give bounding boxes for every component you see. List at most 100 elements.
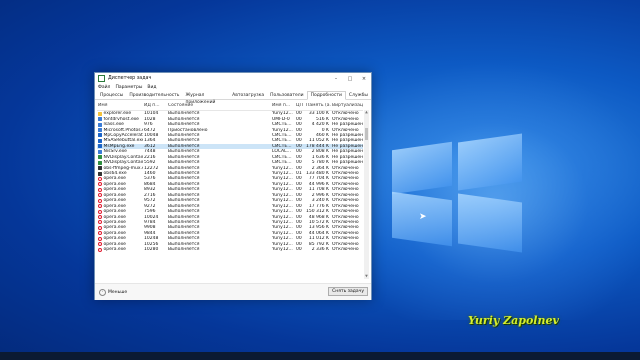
title-bar[interactable]: Диспетчер задач – □ × — [95, 73, 371, 84]
cell-status: Приостановлено — [168, 127, 208, 133]
column-header[interactable]: Память (а... — [305, 103, 331, 108]
cell-virt: Не разрешено — [332, 138, 363, 144]
less-label: Меньше — [108, 290, 128, 295]
column-header[interactable]: Имя — [97, 103, 143, 108]
tab-4[interactable]: Пользователи — [267, 92, 306, 99]
app-icon — [98, 122, 102, 127]
table-row[interactable]: opera.exe 10024 Выполняется Yuriy12... 00 48 … — [97, 214, 363, 220]
table-row[interactable]: opera.exe 5376 Выполняется Yuriy12... 00 77 7… — [97, 176, 363, 181]
cell-cpu: 00 — [296, 149, 302, 155]
table-row[interactable]: opera.exe 10256 Выполняется Yuriy12... 00 85 … — [97, 242, 363, 247]
table-row[interactable]: opera.exe 10248 Выполняется Yuriy12... 00 11 … — [97, 236, 363, 241]
cell-virt: Отключено — [332, 181, 359, 187]
table-row[interactable]: opera.exe 2716 Выполняется Yuriy12... 00 2 99… — [97, 193, 363, 198]
cell-pid: 10024 — [144, 214, 159, 220]
process-name-cell: opera.exe — [97, 242, 143, 247]
cell-pid: 3612 — [144, 143, 156, 149]
vertical-scrollbar[interactable]: ▲ ▼ — [364, 110, 369, 279]
process-name: opera.exe — [103, 247, 126, 253]
cell-mem: 1 636 K — [311, 154, 329, 160]
tab-6[interactable]: Службы — [346, 92, 371, 99]
process-name-cell: lsass.exe — [97, 122, 143, 127]
cell-mem: 77 704 K — [308, 176, 329, 182]
process-name: opera.exe — [103, 230, 126, 236]
cell-virt: Отключено — [332, 209, 359, 215]
table-row[interactable]: Microsoft.Photos.exe6472 Приостановлено Yu… — [97, 127, 363, 133]
cell-status: Выполняется — [168, 181, 200, 187]
cell-mem: 133 480 K — [306, 171, 329, 177]
table-row[interactable]: obs-ffmpeg-mux.exe12272 Выполняется Yuriy1… — [97, 165, 363, 171]
table-row[interactable]: opera.exe 8684 Выполняется Yuriy12... 00 44 9… — [97, 182, 363, 187]
end-task-button[interactable]: Снять задачу — [328, 287, 368, 296]
table-row[interactable]: NisSrv.exe 7448 Выполняется LOCAL... 00 2 808… — [97, 149, 363, 154]
process-name: fontdrvhost.exe — [103, 116, 139, 122]
table-row[interactable]: opera.exe 9272 Выполняется Yuriy12... 00 17 7… — [97, 203, 363, 209]
table-row[interactable]: opera.exe 7596 Выполняется Yuriy12... 00 150 … — [97, 209, 363, 214]
shield-icon — [98, 138, 102, 143]
cell-status: Выполняется — [168, 154, 200, 160]
tab-5[interactable]: Подробности — [306, 91, 346, 100]
table-row[interactable]: fontdrvhost.exe 1028 Выполняется UMFD-0 00 51… — [97, 116, 363, 122]
cell-mem: 2 996 K — [311, 192, 329, 198]
process-name-cell: opera.exe — [97, 182, 143, 187]
table-row[interactable]: MsMpEng.exe 3612 Выполняется СИСТЕ... 00 178 … — [97, 143, 363, 150]
cell-mem: 2 364 K — [311, 165, 329, 171]
menu-options[interactable]: Параметры — [115, 85, 142, 90]
table-row[interactable]: lsass.exe 976 Выполняется СИСТЕ... 00 4 420 K… — [97, 122, 363, 127]
cell-virt: Отключено — [332, 236, 359, 242]
tab-2[interactable]: Журнал приложений — [182, 92, 229, 105]
scroll-thumb[interactable] — [365, 128, 368, 140]
tab-0[interactable]: Процессы — [97, 92, 126, 99]
table-row[interactable]: NVDisplay.Container...2216 Выполняется СИС… — [97, 155, 363, 160]
process-name: opera.exe — [103, 198, 126, 204]
tab-1[interactable]: Производительность — [126, 92, 182, 99]
cell-status: Выполняется — [168, 241, 200, 247]
close-button[interactable]: × — [357, 76, 371, 82]
menu-file[interactable]: Файл — [98, 85, 110, 90]
table-row[interactable]: opera.exe 10280 Выполняется Yuriy12... 00 2 3… — [97, 247, 363, 252]
process-name: opera.exe — [103, 192, 126, 198]
column-header[interactable]: Имя п... — [271, 103, 295, 108]
table-row[interactable]: NVDisplay.Container...5592 Выполняется СИС… — [97, 160, 363, 165]
scroll-down-icon[interactable]: ▼ — [364, 274, 369, 279]
app-icon — [98, 128, 102, 133]
cell-pid: 9908 — [144, 225, 156, 231]
column-header[interactable]: ЦП — [295, 103, 305, 108]
cell-pid: 976 — [144, 122, 153, 128]
table-row[interactable]: opera.exe 8932 Выполняется Yuriy12... 00 11 7… — [97, 187, 363, 192]
opera-icon — [98, 220, 102, 225]
menu-view[interactable]: Вид — [147, 85, 156, 90]
table-row[interactable]: MpCopyAccelerator...10048 Выполняется СИСТ… — [97, 133, 363, 138]
table-row[interactable]: opera.exe 9908 Выполняется Yuriy12... 00 13 9… — [97, 225, 363, 230]
cell-pid: 9272 — [144, 203, 156, 209]
cell-mem: 85 792 K — [308, 241, 329, 247]
cell-pid: 1028 — [144, 116, 156, 122]
cell-user: Yuriy12... — [272, 209, 293, 215]
cell-virt: Отключено — [332, 219, 359, 225]
table-row[interactable]: opera.exe 9572 Выполняется Yuriy12... 00 3 24… — [97, 198, 363, 203]
cell-pid: 10048 — [144, 132, 159, 138]
table-row[interactable]: opera.exe 9784 Выполняется Yuriy12... 00 10 5… — [97, 220, 363, 225]
minimize-button[interactable]: – — [329, 76, 343, 82]
cell-user: Yuriy12... — [272, 187, 293, 193]
cell-user: Yuriy12... — [272, 165, 293, 171]
column-header[interactable]: ИД п... — [143, 103, 167, 108]
column-header[interactable]: Виртуализация — [331, 103, 363, 108]
process-name-cell: opera.exe — [97, 231, 143, 236]
table-row[interactable]: opera.exe 9844 Выполняется Yuriy12... 00 44 0… — [97, 231, 363, 236]
process-name-cell: opera.exe — [97, 236, 143, 241]
scroll-up-icon[interactable]: ▲ — [364, 110, 369, 115]
tab-3[interactable]: Автозагрузка — [229, 92, 267, 99]
table-row[interactable]: MSASRebuttal.exe 1364 Выполняется СИСТЕ... 0… — [97, 138, 363, 143]
table-row[interactable]: obs64.exe 1460 Выполняется Yuriy12... 01 133 … — [97, 171, 363, 176]
column-header[interactable]: Состояние — [167, 103, 271, 108]
maximize-button[interactable]: □ — [343, 76, 357, 82]
folder-icon — [98, 111, 102, 116]
cell-user: UMFD-0 — [272, 116, 290, 122]
app-icon — [98, 117, 102, 122]
cell-user: Yuriy12... — [272, 203, 293, 209]
table-row[interactable]: explorer.exe 10104 Выполняется Yuriy12... 00… — [97, 111, 363, 116]
less-details-button[interactable]: ˄ Меньше — [99, 289, 127, 296]
cell-cpu: 00 — [296, 247, 302, 253]
process-name-cell: MSASRebuttal.exe — [97, 138, 143, 143]
